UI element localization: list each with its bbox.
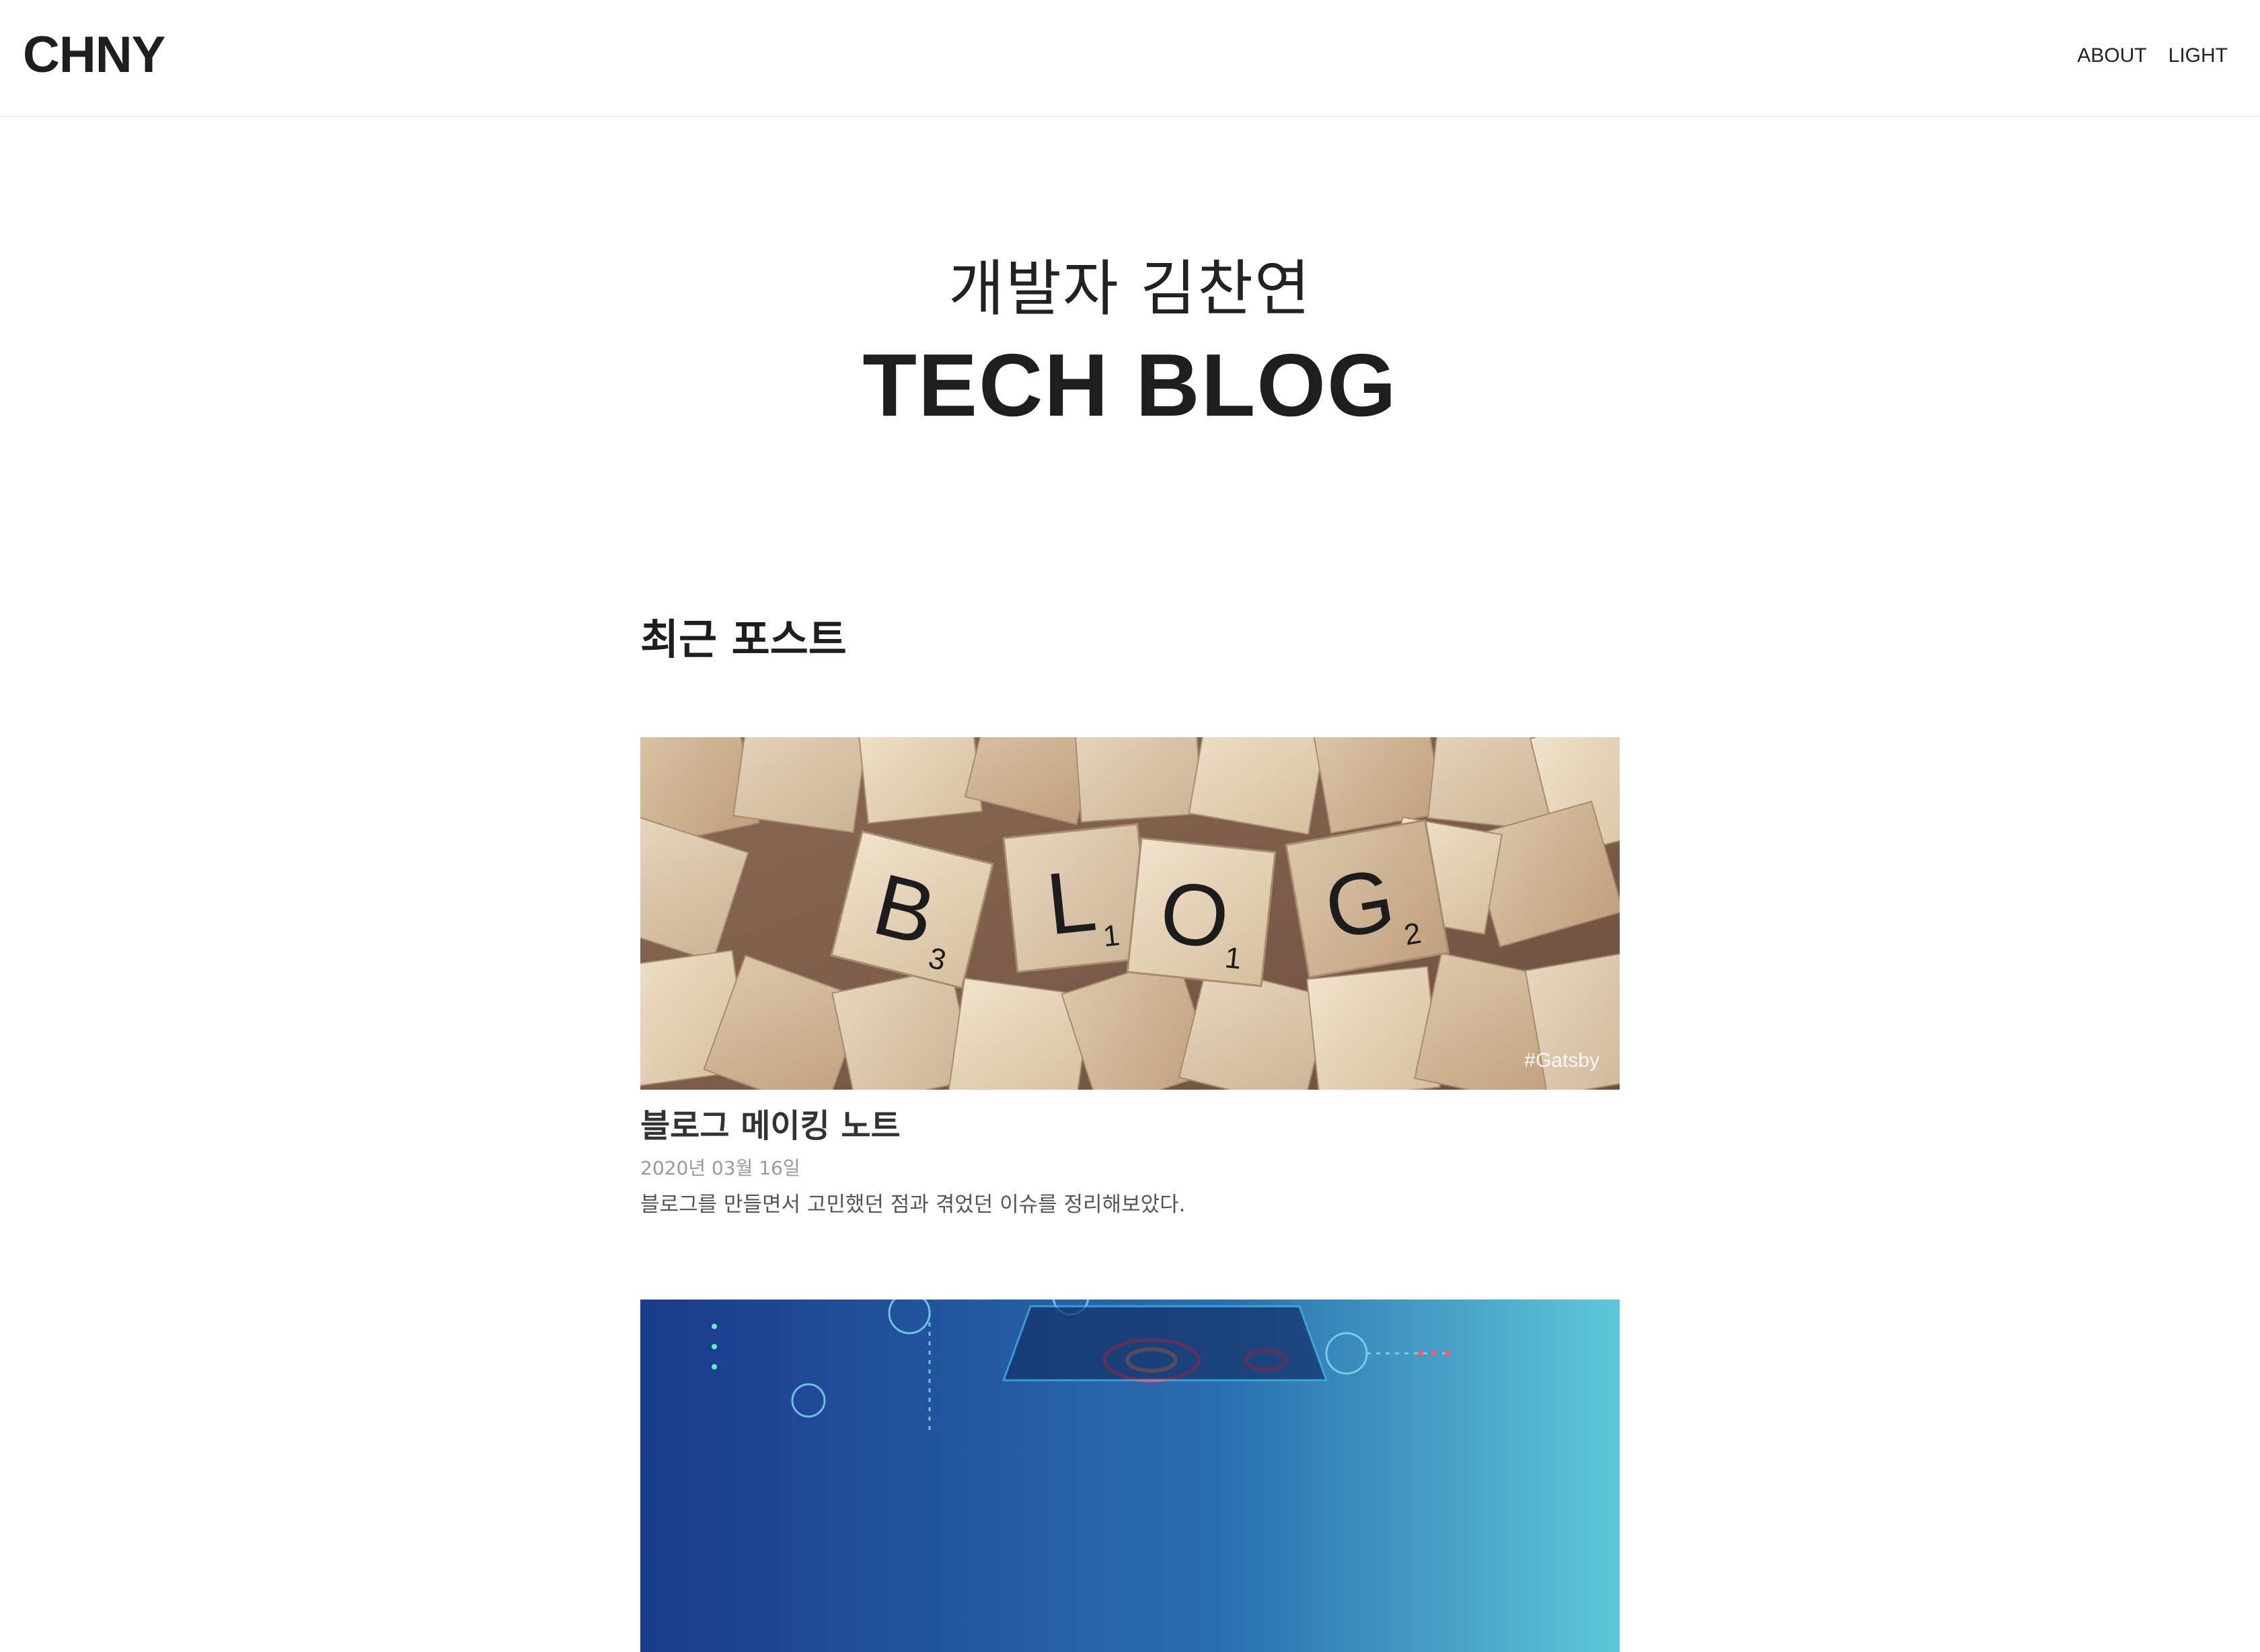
tile-score-o: 1 — [1223, 941, 1243, 975]
post-card[interactable]: B 3 L 1 O 1 G 2 #Gatsby 블로그 메이킹 노트 2020년… — [640, 737, 1620, 1218]
theme-toggle-link[interactable]: LIGHT — [2169, 46, 2228, 66]
tile-letter-l: L — [1042, 851, 1100, 954]
main-content: 최근 포스트 B 3 L 1 O 1 G 2 #Gatsby 블로그 메이킹 노… — [640, 615, 1620, 1652]
top-nav: ABOUT LIGHT — [2077, 46, 2228, 66]
site-header: CHNY ABOUT LIGHT — [0, 0, 2260, 117]
hero-subtitle: 개발자 김찬연 — [948, 254, 1312, 324]
tile-letter-o: O — [1156, 862, 1234, 967]
hero: 개발자 김찬연 TECH BLOG — [0, 256, 2260, 430]
post-card[interactable] — [640, 1300, 1620, 1652]
post-date: 2020년 03월 16일 — [640, 1156, 800, 1179]
section-title: 최근 포스트 — [640, 615, 847, 664]
post-title[interactable]: 블로그 메이킹 노트 — [640, 1107, 1620, 1146]
post-description: 블로그를 만들면서 고민했던 점과 겪었던 이슈를 정리해보았다. — [640, 1193, 1186, 1217]
tech-illustration-image — [640, 1300, 1620, 1652]
nav-about-link[interactable]: ABOUT — [2077, 46, 2146, 66]
post-tag[interactable]: #Gatsby — [1524, 1049, 1599, 1072]
post-thumbnail[interactable]: B 3 L 1 O 1 G 2 #Gatsby — [640, 737, 1620, 1090]
post-thumbnail[interactable] — [640, 1300, 1620, 1652]
hero-title: TECH BLOG — [862, 336, 1398, 435]
site-logo[interactable]: CHNY — [23, 30, 165, 81]
tile-score-l: 1 — [1102, 919, 1121, 953]
blog-tiles-image: B 3 L 1 O 1 G 2 — [640, 737, 1620, 1090]
